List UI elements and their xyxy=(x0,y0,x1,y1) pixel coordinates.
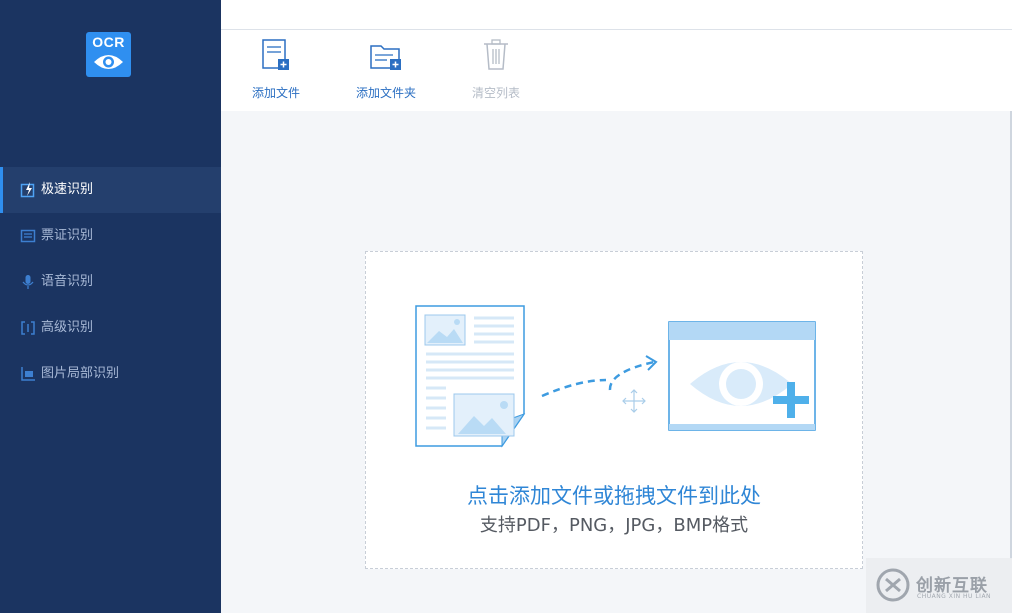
lightning-doc-icon xyxy=(20,182,35,198)
sidebar-item-label: 高级识别 xyxy=(41,320,94,335)
add-folder-label: 添加文件夹 xyxy=(355,86,416,100)
watermark-logo-icon xyxy=(876,568,910,602)
eye-icon xyxy=(94,55,123,69)
trash-icon xyxy=(484,39,508,70)
sidebar: OCR 极速识别 票证识别 语音识别 高级识别 图片局部识别 xyxy=(0,0,221,613)
add-file-button[interactable]: 添加文件 xyxy=(250,38,302,108)
sidebar-item-label: 图片局部识别 xyxy=(41,366,120,381)
clear-list-button[interactable]: 清空列表 xyxy=(466,38,526,108)
sidebar-nav: 极速识别 票证识别 语音识别 高级识别 图片局部识别 xyxy=(0,167,221,397)
microphone-icon xyxy=(22,275,34,289)
sidebar-item-fast-recognition[interactable]: 极速识别 xyxy=(0,167,221,213)
sidebar-item-label: 语音识别 xyxy=(41,274,94,289)
drop-zone-subtitle: 支持PDF，PNG，JPG，BMP格式 xyxy=(479,515,749,536)
sidebar-item-advanced-recognition[interactable]: 高级识别 xyxy=(0,305,221,351)
add-folder-button[interactable]: 添加文件夹 xyxy=(354,38,418,108)
scan-brackets-icon xyxy=(21,321,35,335)
add-folder-icon xyxy=(370,45,401,70)
sidebar-item-label: 极速识别 xyxy=(41,182,94,197)
logo-text: OCR xyxy=(92,34,125,50)
file-drop-zone[interactable]: 点击添加文件或拖拽文件到此处 支持PDF，PNG，JPG，BMP格式 xyxy=(365,251,863,569)
add-file-label: 添加文件 xyxy=(251,86,300,100)
title-bar xyxy=(221,0,1012,30)
toolbar: 添加文件 添加文件夹 清空列表 xyxy=(221,30,1012,111)
watermark-subtitle: CHUANG XIN HU LIAN xyxy=(917,593,992,600)
sidebar-item-partial-image-recognition[interactable]: 图片局部识别 xyxy=(0,351,221,397)
drop-zone-title: 点击添加文件或拖拽文件到此处 xyxy=(467,484,761,508)
app-logo: OCR xyxy=(86,32,131,77)
ticket-icon xyxy=(20,229,36,243)
add-file-icon xyxy=(262,39,289,70)
sidebar-item-voice-recognition[interactable]: 语音识别 xyxy=(0,259,221,305)
drag-to-recognize-illustration xyxy=(415,305,816,448)
watermark: 创新互联 CHUANG XIN HU LIAN xyxy=(866,558,1012,613)
sidebar-item-label: 票证识别 xyxy=(41,228,94,243)
sidebar-item-ticket-recognition[interactable]: 票证识别 xyxy=(0,213,221,259)
partial-image-icon xyxy=(21,367,35,381)
clear-list-label: 清空列表 xyxy=(471,86,520,100)
